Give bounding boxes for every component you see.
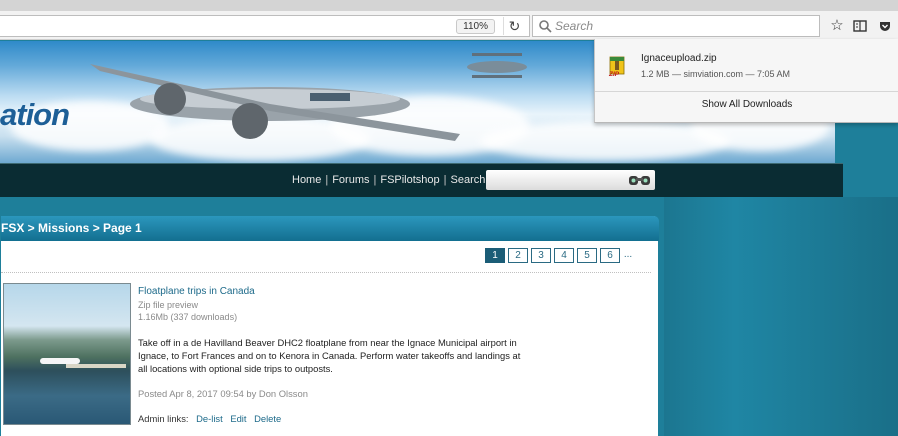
delete-link[interactable]: Delete <box>254 413 281 424</box>
zoom-level-button[interactable]: 110% <box>456 19 495 34</box>
small-plane-illustration <box>467 53 527 78</box>
airplane-illustration <box>90 64 460 141</box>
site-search-input[interactable] <box>486 170 655 190</box>
url-bar[interactable]: 110% ↻ <box>0 15 530 37</box>
page-button-1[interactable]: 1 <box>485 248 505 263</box>
bookmark-star-icon[interactable]: ☆ <box>828 17 846 35</box>
show-all-downloads-button[interactable]: Show All Downloads <box>595 99 898 110</box>
page-button-6[interactable]: 6 <box>600 248 620 263</box>
pocket-icon[interactable] <box>876 17 894 35</box>
pagination: 1 2 3 4 5 6 ... <box>485 248 636 263</box>
zip-file-icon: ZIP <box>608 56 625 77</box>
divider <box>1 272 651 273</box>
reload-icon[interactable]: ↻ <box>503 17 525 35</box>
browser-toolbar: 110% ↻ Search ☆ <box>0 11 898 40</box>
pagination-more: ... <box>623 248 633 263</box>
admin-label: Admin links: <box>138 413 189 424</box>
right-sidebar <box>664 197 898 436</box>
download-file-info: 1.2 MB — simviation.com — 7:05 AM <box>641 69 791 79</box>
search-icon <box>539 20 552 33</box>
nav-links: Home | Forums | FSPilotshop | Search <box>292 174 486 186</box>
site-logo-text: ation <box>0 97 70 132</box>
site-nav-bar: Home | Forums | FSPilotshop | Search <box>0 163 843 197</box>
downloads-panel: ZIP Ignaceupload.zip 1.2 MB — simviation… <box>594 39 898 123</box>
delist-link[interactable]: De-list <box>196 413 223 424</box>
svg-text:ZIP: ZIP <box>608 71 620 77</box>
nav-link-fspilotshop[interactable]: FSPilotshop <box>380 174 439 186</box>
zip-preview-link[interactable]: Zip file preview <box>138 300 198 310</box>
file-title-link[interactable]: Floatplane trips in Canada <box>138 286 255 297</box>
page-button-3[interactable]: 3 <box>531 248 551 263</box>
edit-link[interactable]: Edit <box>230 413 246 424</box>
reading-list-icon[interactable] <box>851 17 869 35</box>
breadcrumb: FSX > Missions > Page 1 <box>1 216 659 241</box>
binoculars-icon[interactable] <box>627 173 653 187</box>
search-placeholder: Search <box>555 19 594 33</box>
page-button-5[interactable]: 5 <box>577 248 597 263</box>
nav-link-home[interactable]: Home <box>292 174 321 186</box>
admin-links: Admin links: De-list Edit Delete <box>138 413 281 424</box>
browser-tab-strip <box>0 0 898 11</box>
posted-info: Posted Apr 8, 2017 09:54 by Don Olsson <box>138 388 308 399</box>
content-panel: FSX > Missions > Page 1 1 2 3 4 5 6 ... … <box>0 215 659 436</box>
download-item[interactable]: ZIP Ignaceupload.zip 1.2 MB — simviation… <box>595 39 898 92</box>
file-description: Take off in a de Havilland Beaver DHC2 f… <box>138 337 521 374</box>
file-size-downloads: 1.16Mb (337 downloads) <box>138 312 238 322</box>
browser-search-input[interactable]: Search <box>532 15 820 37</box>
download-file-name: Ignaceupload.zip <box>641 53 717 64</box>
file-thumbnail[interactable] <box>3 283 131 425</box>
nav-link-forums[interactable]: Forums <box>332 174 369 186</box>
nav-link-search[interactable]: Search <box>451 174 486 186</box>
page-button-2[interactable]: 2 <box>508 248 528 263</box>
page-button-4[interactable]: 4 <box>554 248 574 263</box>
